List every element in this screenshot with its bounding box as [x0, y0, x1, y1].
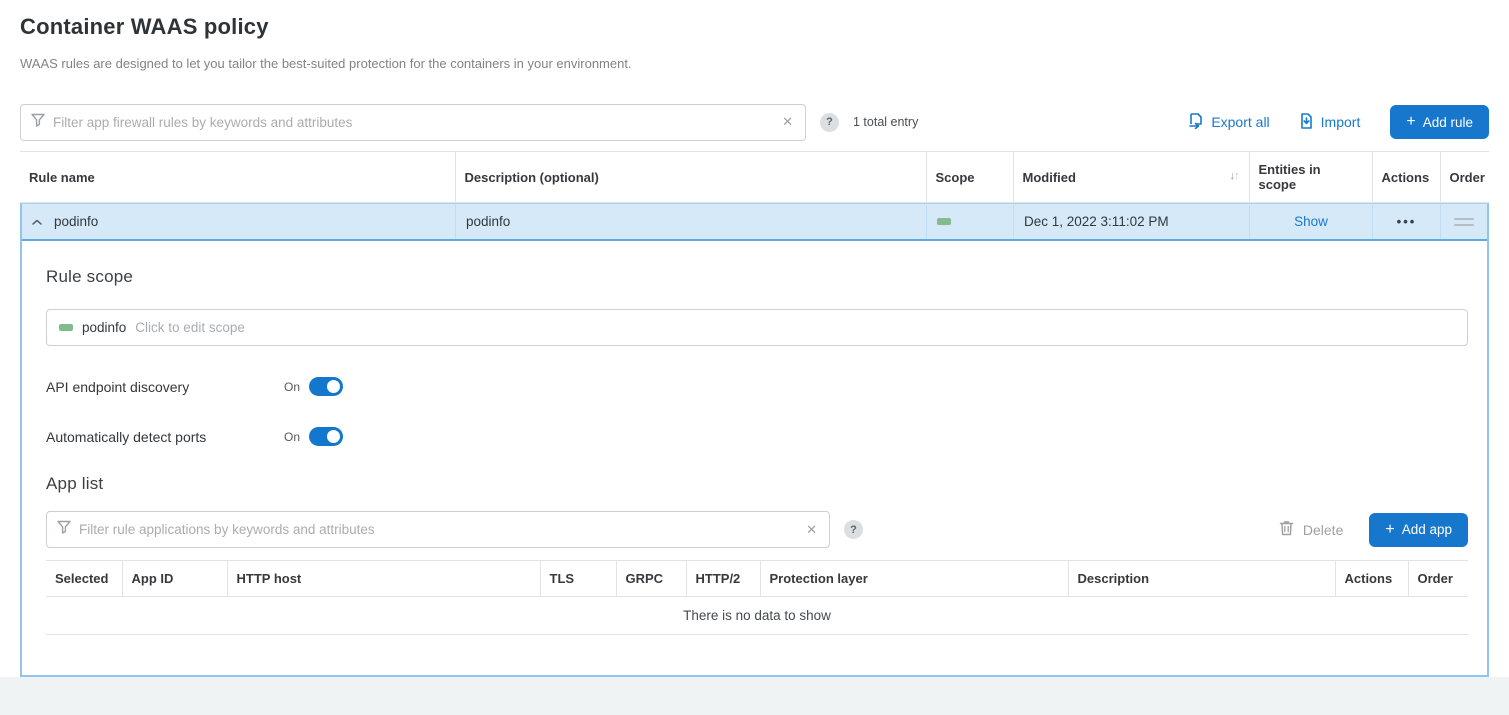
rules-toolbar: ✕ ? 1 total entry Export all Import + Ad…: [20, 103, 1489, 141]
col-description[interactable]: Description (optional): [455, 152, 926, 203]
rules-table: Rule name Description (optional) Scope M…: [20, 151, 1489, 203]
chevron-up-icon[interactable]: [32, 214, 42, 229]
add-rule-label: Add rule: [1423, 115, 1473, 130]
col-scope[interactable]: Scope: [926, 152, 1013, 203]
plus-icon: +: [1406, 113, 1415, 131]
app-filter-input[interactable]: [79, 522, 804, 537]
page-header: Container WAAS policy WAAS rules are des…: [20, 14, 1489, 71]
auto-detect-ports-toggle[interactable]: [309, 427, 343, 446]
trash-icon: [1279, 520, 1294, 539]
total-entries-label: 1 total entry: [853, 115, 918, 129]
api-endpoint-discovery-state: On: [284, 380, 300, 394]
export-all-label: Export all: [1211, 114, 1269, 130]
col-protection-layer: Protection layer: [760, 561, 1068, 597]
page-subtitle: WAAS rules are designed to let you tailo…: [20, 56, 1489, 71]
delete-app-label: Delete: [1303, 522, 1343, 538]
api-endpoint-discovery-toggle[interactable]: [309, 377, 343, 396]
rule-description-cell: podinfo: [455, 204, 926, 239]
col-grpc: GRPC: [616, 561, 686, 597]
import-button[interactable]: Import: [1298, 113, 1361, 132]
rule-name-cell[interactable]: podinfo: [22, 204, 455, 239]
rule-modified-cell: Dec 1, 2022 3:11:02 PM: [1013, 204, 1249, 239]
scope-edit-hint: Click to edit scope: [135, 320, 245, 335]
app-table-header-row: Selected App ID HTTP host TLS GRPC HTTP/…: [46, 561, 1468, 597]
app-list-title: App list: [46, 474, 1468, 494]
clear-filter-icon[interactable]: ✕: [780, 114, 795, 130]
col-http2: HTTP/2: [686, 561, 760, 597]
col-app-order: Order: [1408, 561, 1468, 597]
add-app-button[interactable]: + Add app: [1369, 513, 1468, 547]
rule-detail-panel: Rule scope podinfo Click to edit scope A…: [22, 241, 1487, 675]
rule-entities-cell: Show: [1249, 204, 1372, 239]
sort-icon[interactable]: ↓↑: [1230, 170, 1239, 182]
filter-funnel-icon: [57, 520, 71, 539]
scope-collection-icon: [937, 218, 951, 225]
rules-table-header-row: Rule name Description (optional) Scope M…: [20, 152, 1489, 203]
col-entities-in-scope[interactable]: Entities in scope: [1249, 152, 1372, 203]
col-rule-name[interactable]: Rule name: [20, 152, 455, 203]
help-icon[interactable]: ?: [820, 113, 839, 132]
rule-row-podinfo[interactable]: podinfo podinfo Dec 1, 2022 3:11:02 PM S…: [22, 204, 1487, 241]
expanded-rule-container: podinfo podinfo Dec 1, 2022 3:11:02 PM S…: [20, 203, 1489, 677]
scope-collection-name: podinfo: [82, 320, 126, 335]
col-selected: Selected: [46, 561, 122, 597]
drag-handle-icon[interactable]: [1454, 218, 1474, 226]
import-icon: [1298, 113, 1314, 132]
col-modified-label: Modified: [1023, 170, 1076, 185]
col-modified[interactable]: Modified ↓↑: [1013, 152, 1249, 203]
col-actions: Actions: [1372, 152, 1440, 203]
empty-state-text: There is no data to show: [46, 597, 1468, 635]
rules-filter-input[interactable]: [53, 115, 780, 130]
auto-detect-ports-state: On: [284, 430, 300, 444]
auto-detect-ports-row: Automatically detect ports On: [46, 427, 1468, 446]
rule-actions-cell: •••: [1372, 204, 1440, 239]
col-order: Order: [1440, 152, 1489, 203]
actions-menu-icon[interactable]: •••: [1397, 214, 1417, 229]
col-app-actions: Actions: [1335, 561, 1408, 597]
api-endpoint-discovery-row: API endpoint discovery On: [46, 377, 1468, 396]
col-http-host: HTTP host: [227, 561, 540, 597]
main-content: Container WAAS policy WAAS rules are des…: [0, 0, 1509, 677]
rule-order-cell: [1440, 204, 1487, 239]
app-table-empty-row: There is no data to show: [46, 597, 1468, 635]
page-title: Container WAAS policy: [20, 14, 1489, 40]
col-tls: TLS: [540, 561, 616, 597]
col-app-description: Description: [1068, 561, 1335, 597]
rules-filter-box[interactable]: ✕: [20, 104, 806, 141]
help-icon[interactable]: ?: [844, 520, 863, 539]
auto-detect-ports-label: Automatically detect ports: [46, 429, 284, 445]
show-entities-link[interactable]: Show: [1294, 214, 1328, 229]
export-icon: [1188, 113, 1204, 132]
plus-icon: +: [1385, 521, 1394, 539]
clear-filter-icon[interactable]: ✕: [804, 522, 819, 538]
app-list-table: Selected App ID HTTP host TLS GRPC HTTP/…: [46, 560, 1468, 635]
rule-name: podinfo: [54, 214, 98, 229]
filter-funnel-icon: [31, 113, 45, 132]
rule-scope-cell: [926, 204, 1013, 239]
api-endpoint-discovery-label: API endpoint discovery: [46, 379, 284, 395]
app-filter-box[interactable]: ✕: [46, 511, 830, 548]
app-list-toolbar: ✕ ? Delete + Add app: [46, 511, 1468, 548]
add-rule-button[interactable]: + Add rule: [1390, 105, 1489, 139]
import-label: Import: [1321, 114, 1361, 130]
export-all-button[interactable]: Export all: [1188, 113, 1269, 132]
add-app-label: Add app: [1402, 522, 1452, 537]
scope-collection-icon: [59, 324, 73, 331]
rule-scope-editor[interactable]: podinfo Click to edit scope: [46, 309, 1468, 346]
rule-scope-title: Rule scope: [46, 267, 1468, 287]
delete-app-button[interactable]: Delete: [1279, 520, 1343, 539]
col-app-id: App ID: [122, 561, 227, 597]
